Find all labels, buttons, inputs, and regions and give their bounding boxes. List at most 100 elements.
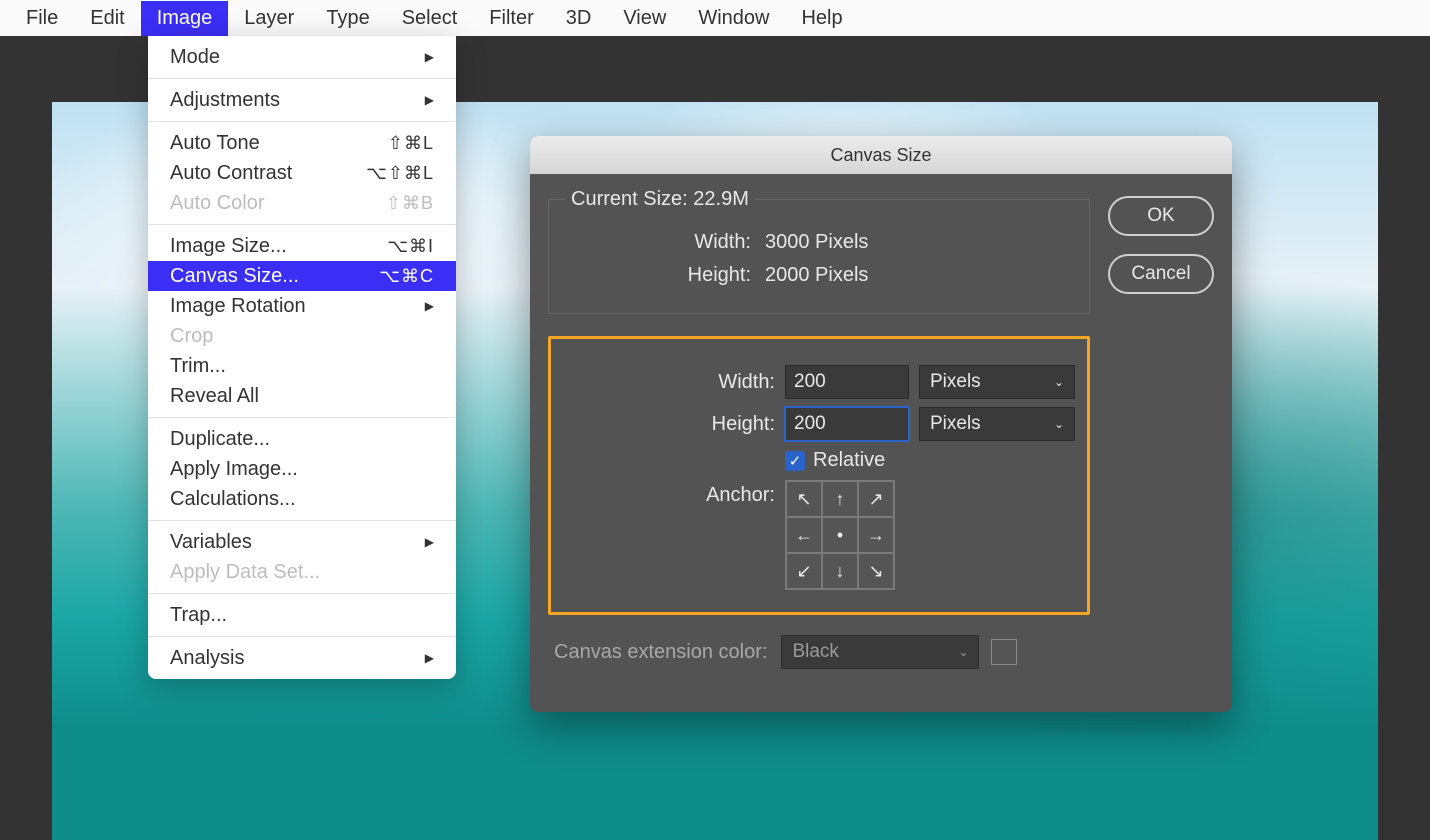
current-height-label: Height:	[565, 264, 765, 287]
separator	[148, 78, 456, 79]
select-value: Pixels	[930, 413, 981, 435]
current-height-value: 2000 Pixels	[765, 264, 868, 287]
menu-item-apply-data-set: Apply Data Set...	[148, 557, 456, 587]
shortcut: ⇧⌘L	[388, 133, 434, 154]
relative-label: Relative	[813, 449, 885, 472]
extension-color-select[interactable]: Black ⌄	[781, 635, 979, 669]
menu-item-label: Mode	[170, 46, 220, 69]
current-width-value: 3000 Pixels	[765, 231, 868, 254]
current-width-label: Width:	[565, 231, 765, 254]
separator	[148, 636, 456, 637]
cancel-button[interactable]: Cancel	[1108, 254, 1214, 294]
menu-item-label: Apply Data Set...	[170, 561, 320, 584]
shortcut: ⌥⌘C	[379, 266, 434, 287]
height-input[interactable]	[785, 407, 909, 441]
menu-item-calculations[interactable]: Calculations...	[148, 484, 456, 514]
menu-item-label: Trap...	[170, 604, 227, 627]
anchor-nw[interactable]: ↖	[786, 481, 822, 517]
menu-item-label: Auto Color	[170, 192, 265, 215]
extension-color-label: Canvas extension color:	[554, 641, 767, 664]
width-input[interactable]	[785, 365, 909, 399]
menu-item-analysis[interactable]: Analysis	[148, 643, 456, 673]
menu-item-trim[interactable]: Trim...	[148, 351, 456, 381]
chevron-down-icon: ⌄	[1054, 417, 1064, 431]
extension-color-swatch[interactable]	[991, 639, 1017, 665]
menu-item-duplicate[interactable]: Duplicate...	[148, 424, 456, 454]
menu-item-crop: Crop	[148, 321, 456, 351]
menu-item-auto-tone[interactable]: Auto Tone ⇧⌘L	[148, 128, 456, 158]
shortcut: ⌥⌘I	[387, 236, 434, 257]
menu-item-label: Trim...	[170, 355, 226, 378]
separator	[148, 224, 456, 225]
chevron-down-icon: ⌄	[958, 645, 968, 659]
separator	[148, 593, 456, 594]
menu-filter[interactable]: Filter	[473, 1, 549, 36]
anchor-ne[interactable]: ↗	[858, 481, 894, 517]
menu-item-label: Image Size...	[170, 235, 287, 258]
menu-item-label: Duplicate...	[170, 428, 270, 451]
separator	[148, 520, 456, 521]
menu-item-mode[interactable]: Mode	[148, 42, 456, 72]
anchor-label: Anchor:	[563, 480, 785, 507]
anchor-e[interactable]: →	[858, 517, 894, 553]
menu-item-label: Apply Image...	[170, 458, 298, 481]
menu-item-trap[interactable]: Trap...	[148, 600, 456, 630]
new-height-label: Height:	[563, 413, 785, 436]
menu-item-label: Variables	[170, 531, 252, 554]
new-width-label: Width:	[563, 371, 785, 394]
menu-item-label: Adjustments	[170, 89, 280, 112]
anchor-n[interactable]: ↑	[822, 481, 858, 517]
anchor-se[interactable]: ↘	[858, 553, 894, 589]
anchor-w[interactable]: ←	[786, 517, 822, 553]
menu-item-apply-image[interactable]: Apply Image...	[148, 454, 456, 484]
menu-item-label: Auto Contrast	[170, 162, 292, 185]
dialog-title: Canvas Size	[530, 136, 1232, 174]
select-value: Pixels	[930, 371, 981, 393]
current-size-label: Current Size: 22.9M	[565, 188, 755, 211]
anchor-s[interactable]: ↓	[822, 553, 858, 589]
menu-item-adjustments[interactable]: Adjustments	[148, 85, 456, 115]
menu-item-label: Auto Tone	[170, 132, 260, 155]
current-size-section: Current Size: 22.9M Width:3000 Pixels He…	[548, 188, 1090, 314]
relative-checkbox[interactable]: ✓	[785, 451, 805, 471]
menu-window[interactable]: Window	[682, 1, 785, 36]
menu-item-label: Image Rotation	[170, 295, 306, 318]
separator	[148, 417, 456, 418]
menu-layer[interactable]: Layer	[228, 1, 310, 36]
menu-item-label: Calculations...	[170, 488, 296, 511]
menu-type[interactable]: Type	[310, 1, 385, 36]
separator	[148, 121, 456, 122]
menu-item-label: Reveal All	[170, 385, 259, 408]
shortcut: ⌥⇧⌘L	[366, 163, 434, 184]
menu-item-auto-color: Auto Color ⇧⌘B	[148, 188, 456, 218]
ok-button[interactable]: OK	[1108, 196, 1214, 236]
width-unit-select[interactable]: Pixels ⌄	[919, 365, 1075, 399]
anchor-grid: ↖ ↑ ↗ ← • → ↙ ↓ ↘	[785, 480, 895, 590]
chevron-down-icon: ⌄	[1054, 375, 1064, 389]
menu-item-reveal-all[interactable]: Reveal All	[148, 381, 456, 411]
select-value: Black	[792, 641, 838, 663]
menu-item-canvas-size[interactable]: Canvas Size... ⌥⌘C	[148, 261, 456, 291]
menu-help[interactable]: Help	[785, 1, 858, 36]
canvas-size-dialog: Canvas Size Current Size: 22.9M Width:30…	[530, 136, 1232, 712]
anchor-center[interactable]: •	[822, 517, 858, 553]
image-menu-dropdown: Mode Adjustments Auto Tone ⇧⌘L Auto Contr…	[148, 36, 456, 679]
menu-edit[interactable]: Edit	[74, 1, 140, 36]
shortcut: ⇧⌘B	[386, 193, 434, 214]
menu-image[interactable]: Image	[141, 1, 229, 36]
menu-item-auto-contrast[interactable]: Auto Contrast ⌥⇧⌘L	[148, 158, 456, 188]
anchor-sw[interactable]: ↙	[786, 553, 822, 589]
menu-item-label: Analysis	[170, 647, 244, 670]
menu-item-label: Canvas Size...	[170, 265, 299, 288]
menu-select[interactable]: Select	[386, 1, 474, 36]
menu-3d[interactable]: 3D	[550, 1, 608, 36]
menu-item-image-rotation[interactable]: Image Rotation	[148, 291, 456, 321]
menubar: File Edit Image Layer Type Select Filter…	[0, 0, 1430, 36]
height-unit-select[interactable]: Pixels ⌄	[919, 407, 1075, 441]
menu-file[interactable]: File	[10, 1, 74, 36]
menu-view[interactable]: View	[607, 1, 682, 36]
menu-item-image-size[interactable]: Image Size... ⌥⌘I	[148, 231, 456, 261]
menu-item-variables[interactable]: Variables	[148, 527, 456, 557]
new-size-highlight: Width: Pixels ⌄ Height: Pixels ⌄ ✓ Relativ…	[548, 336, 1090, 615]
menu-item-label: Crop	[170, 325, 213, 348]
